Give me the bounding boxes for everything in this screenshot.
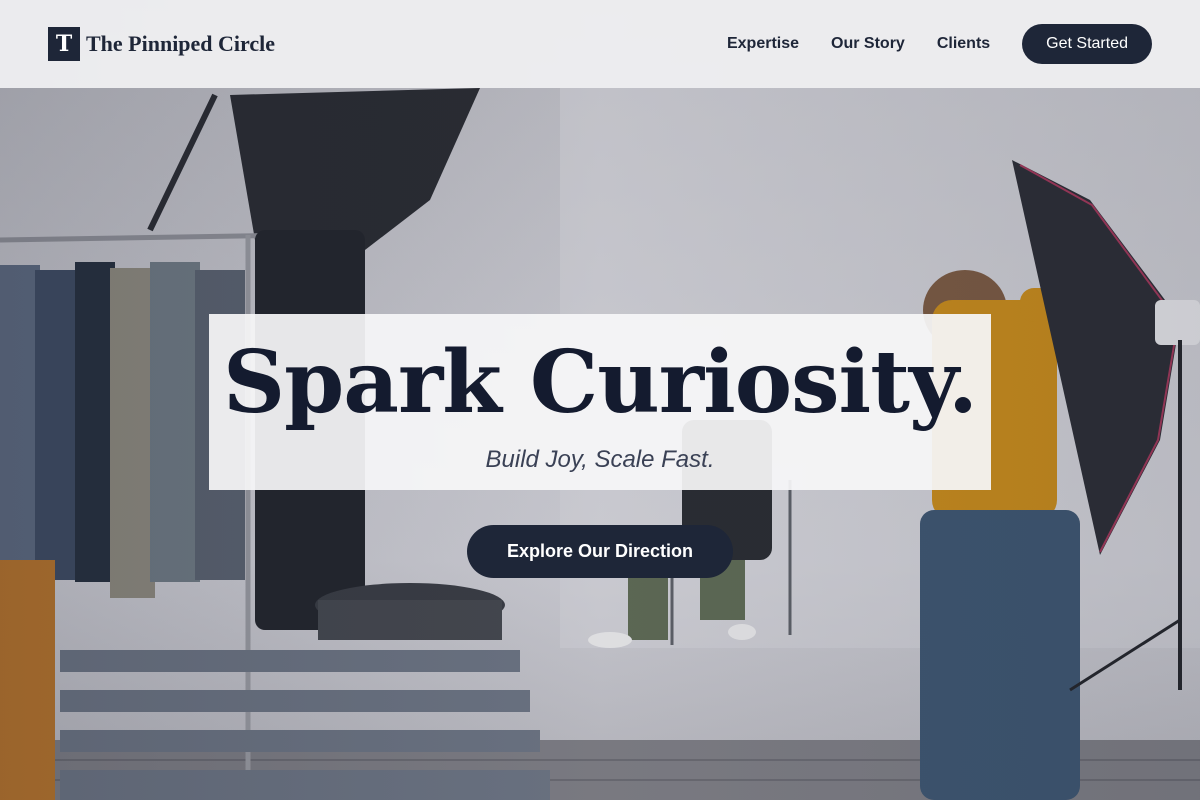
- site-header: T The Pinniped Circle Expertise Our Stor…: [0, 0, 1200, 88]
- brand-logo-link[interactable]: T The Pinniped Circle: [48, 27, 275, 61]
- nav-link-our-story[interactable]: Our Story: [831, 35, 905, 53]
- explore-direction-button[interactable]: Explore Our Direction: [467, 525, 733, 578]
- brand-logo-mark: T: [48, 27, 80, 61]
- hero-headline-card: Spark Curiosity. Build Joy, Scale Fast.: [209, 314, 991, 490]
- main-nav: Expertise Our Story Clients Get Started: [727, 24, 1152, 64]
- get-started-button[interactable]: Get Started: [1022, 24, 1152, 64]
- hero-subtitle: Build Joy, Scale Fast.: [485, 446, 715, 473]
- brand-name: The Pinniped Circle: [86, 31, 276, 56]
- nav-link-expertise[interactable]: Expertise: [727, 35, 799, 53]
- hero-title: Spark Curiosity.: [223, 332, 978, 433]
- nav-link-clients[interactable]: Clients: [937, 35, 990, 53]
